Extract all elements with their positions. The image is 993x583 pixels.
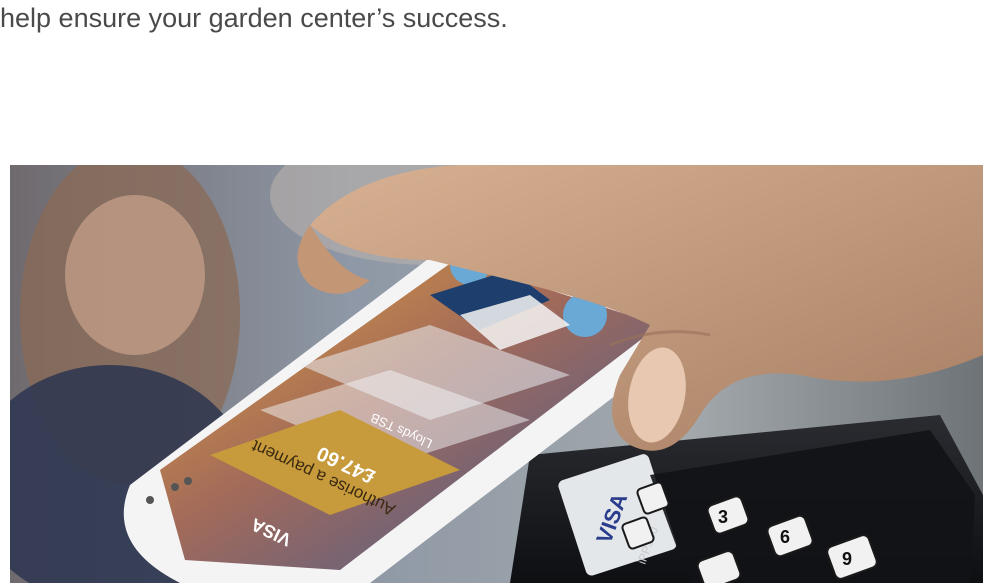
terminal-key-3: 3	[718, 507, 728, 527]
terminal-key-9: 9	[842, 549, 852, 569]
terminal-key-6: 6	[780, 527, 790, 547]
payment-photo: VISA iPP350 3 6 9 Lloyds TSB £47.60 Auth…	[10, 165, 983, 583]
intro-text: help ensure your garden center’s success…	[0, 3, 508, 33]
payment-photo-illustration: VISA iPP350 3 6 9 Lloyds TSB £47.60 Auth…	[10, 165, 983, 583]
